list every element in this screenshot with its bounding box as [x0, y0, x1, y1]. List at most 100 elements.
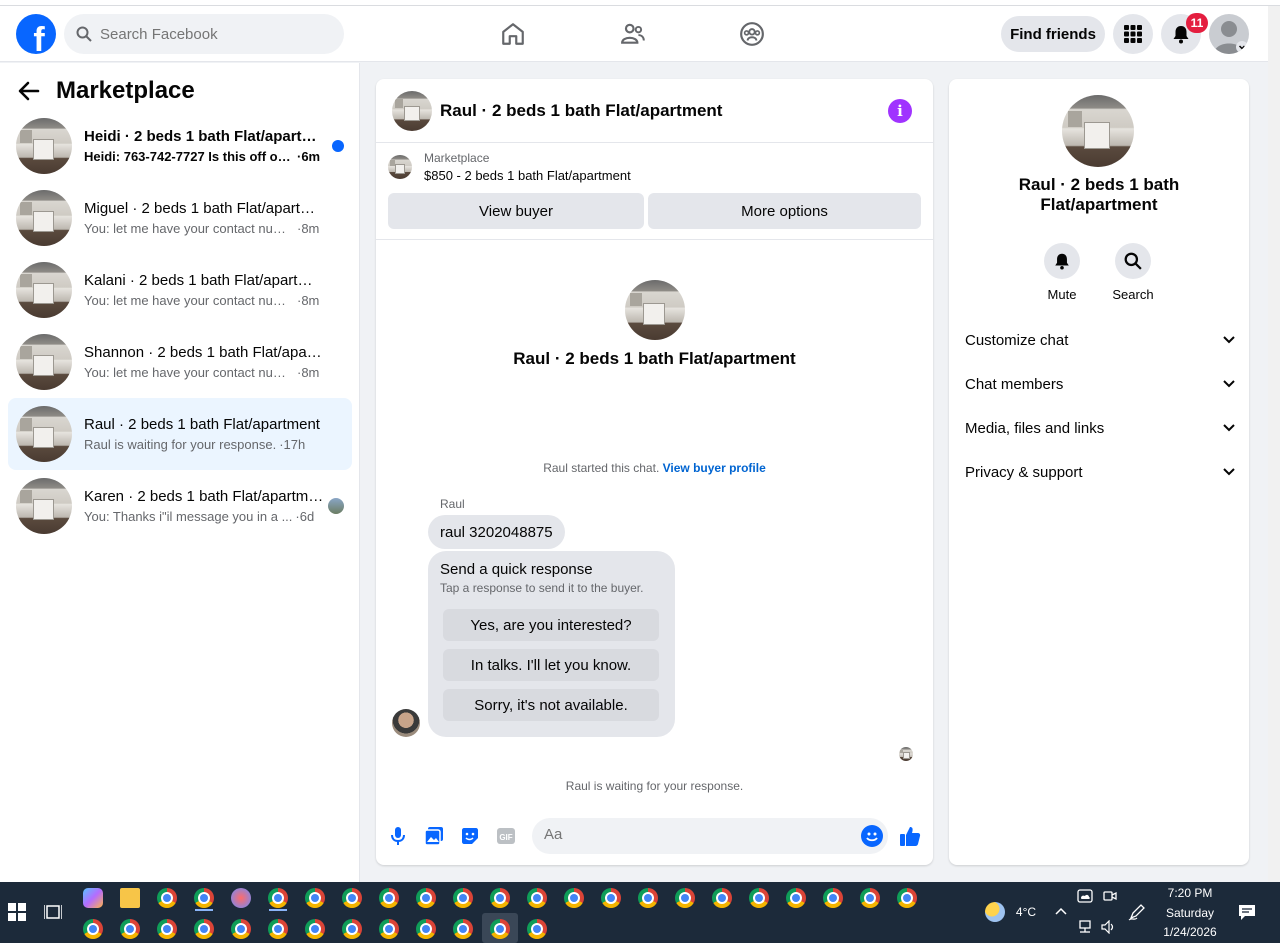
chrome-icon[interactable] — [675, 888, 695, 908]
menu-grid-icon[interactable] — [1113, 14, 1153, 54]
chrome-icon[interactable] — [897, 888, 917, 908]
chrome-icon[interactable] — [453, 919, 473, 939]
meet-icon[interactable] — [1103, 889, 1117, 903]
conversation-item-karen[interactable]: Karen · 2 beds 1 bath Flat/apartment You… — [8, 470, 352, 542]
chrome-icon[interactable] — [749, 888, 769, 908]
chrome-icon[interactable] — [305, 919, 325, 939]
chrome-icon[interactable] — [194, 888, 214, 908]
conversation-preview: You: let me have your contact numbe... — [84, 221, 294, 236]
more-options-button[interactable]: More options — [648, 193, 921, 229]
chrome-icon[interactable] — [786, 888, 806, 908]
emoji-icon[interactable] — [861, 825, 883, 847]
photo-icon[interactable] — [422, 824, 446, 848]
mute-button[interactable]: Mute — [1030, 243, 1094, 302]
windows-start-icon[interactable] — [8, 903, 26, 921]
conversation-item-raul[interactable]: Raul · 2 beds 1 bath Flat/apartment Raul… — [8, 398, 352, 470]
groups-nav-icon[interactable] — [734, 16, 770, 52]
svg-text:GIF: GIF — [499, 833, 512, 842]
chat-header-thumbnail[interactable] — [392, 90, 432, 131]
chat-header-name[interactable]: Raul · 2 beds 1 bath Flat/apartment — [440, 101, 722, 121]
chevron-up-icon[interactable] — [1055, 907, 1067, 915]
quick-response-button[interactable]: Yes, are you interested? — [443, 609, 659, 641]
chrome-icon[interactable] — [416, 888, 436, 908]
waiting-notice: Raul is waiting for your response. — [565, 779, 744, 793]
chrome-icon[interactable] — [194, 919, 214, 939]
chrome-icon[interactable] — [823, 888, 843, 908]
chrome-icon[interactable] — [268, 888, 288, 908]
chrome-icon[interactable] — [527, 919, 547, 939]
search-chat-button[interactable]: Search — [1101, 243, 1165, 302]
friends-nav-icon[interactable] — [615, 16, 651, 52]
info-icon[interactable]: i — [888, 99, 912, 123]
volume-icon[interactable] — [1101, 920, 1117, 934]
task-view-icon[interactable] — [44, 903, 62, 921]
chrome-icon[interactable] — [490, 919, 510, 939]
listing-price: $850 - 2 beds 1 bath Flat/apartment — [424, 168, 631, 183]
chrome-icon[interactable] — [120, 919, 140, 939]
file-explorer-icon[interactable] — [120, 888, 140, 908]
chrome-icon[interactable] — [490, 888, 510, 908]
chrome-icon[interactable] — [342, 919, 362, 939]
search-box[interactable] — [64, 14, 344, 54]
message-input[interactable] — [544, 826, 844, 843]
message-bubble[interactable]: raul 3202048875 — [428, 515, 565, 549]
thumbs-up-icon[interactable] — [898, 824, 922, 848]
chrome-icon[interactable] — [416, 919, 436, 939]
chrome-icon[interactable] — [231, 919, 251, 939]
sender-avatar[interactable] — [392, 709, 420, 737]
message-input-container[interactable] — [532, 818, 888, 854]
page-scrollbar[interactable] — [1268, 6, 1280, 882]
media-files-links-section[interactable]: Media, files and links — [965, 412, 1235, 444]
clock-date[interactable]: 1/24/2026 — [1155, 925, 1225, 939]
onedrive-icon[interactable] — [1077, 889, 1093, 903]
listing-thumbnail — [16, 406, 72, 462]
account-avatar[interactable] — [1209, 14, 1249, 54]
chat-members-section[interactable]: Chat members — [965, 368, 1235, 400]
chrome-icon[interactable] — [157, 919, 177, 939]
find-friends-button[interactable]: Find friends — [1001, 16, 1105, 52]
chrome-icon[interactable] — [860, 888, 880, 908]
notification-center-icon[interactable] — [1238, 903, 1256, 921]
chrome-icon[interactable] — [712, 888, 732, 908]
chrome-icon[interactable] — [638, 888, 658, 908]
weather-icon[interactable] — [985, 902, 1005, 922]
app-icon[interactable] — [231, 888, 251, 908]
sticker-icon[interactable] — [458, 824, 482, 848]
clock-time[interactable]: 7:20 PM — [1155, 886, 1225, 900]
temperature-text[interactable]: 4°C — [1010, 905, 1042, 919]
facebook-logo[interactable]: f — [16, 14, 56, 54]
view-buyer-button[interactable]: View buyer — [388, 193, 644, 229]
microphone-icon[interactable] — [386, 824, 410, 848]
customize-chat-section[interactable]: Customize chat — [965, 324, 1235, 356]
back-arrow-icon[interactable] — [18, 80, 40, 102]
gif-icon[interactable]: GIF — [494, 824, 518, 848]
chrome-icon[interactable] — [527, 888, 547, 908]
listing-summary[interactable]: Marketplace $850 - 2 beds 1 bath Flat/ap… — [388, 151, 631, 183]
marketplace-sidebar: Marketplace Heidi · 2 beds 1 bath Flat/a… — [0, 63, 360, 882]
chrome-icon[interactable] — [305, 888, 325, 908]
network-icon[interactable] — [1077, 920, 1093, 934]
chrome-icon[interactable] — [83, 919, 103, 939]
chrome-icon[interactable] — [379, 888, 399, 908]
view-buyer-profile-link[interactable]: View buyer profile — [663, 461, 766, 475]
privacy-support-section[interactable]: Privacy & support — [965, 456, 1235, 488]
conversation-item-heidi[interactable]: Heidi · 2 beds 1 bath Flat/apartment Hei… — [8, 110, 352, 182]
listing-thumbnail — [16, 262, 72, 318]
conversation-item-shannon[interactable]: Shannon · 2 beds 1 bath Flat/apartment Y… — [8, 326, 352, 398]
chrome-icon[interactable] — [564, 888, 584, 908]
chrome-icon[interactable] — [342, 888, 362, 908]
chrome-icon[interactable] — [157, 888, 177, 908]
search-input[interactable] — [100, 25, 320, 43]
chrome-icon[interactable] — [601, 888, 621, 908]
copilot-icon[interactable] — [83, 888, 103, 908]
home-nav-icon[interactable] — [495, 16, 531, 52]
conversation-item-miguel[interactable]: Miguel · 2 beds 1 bath Flat/apartment Yo… — [8, 182, 352, 254]
quick-response-button[interactable]: Sorry, it's not available. — [443, 689, 659, 721]
pen-icon[interactable] — [1128, 903, 1146, 921]
chrome-icon[interactable] — [453, 888, 473, 908]
conversation-item-kalani[interactable]: Kalani · 2 beds 1 bath Flat/apartment Yo… — [8, 254, 352, 326]
quick-response-button[interactable]: In talks. I'll let you know. — [443, 649, 659, 681]
chrome-icon[interactable] — [379, 919, 399, 939]
chrome-icon[interactable] — [268, 919, 288, 939]
clock-day[interactable]: Saturday — [1155, 906, 1225, 920]
